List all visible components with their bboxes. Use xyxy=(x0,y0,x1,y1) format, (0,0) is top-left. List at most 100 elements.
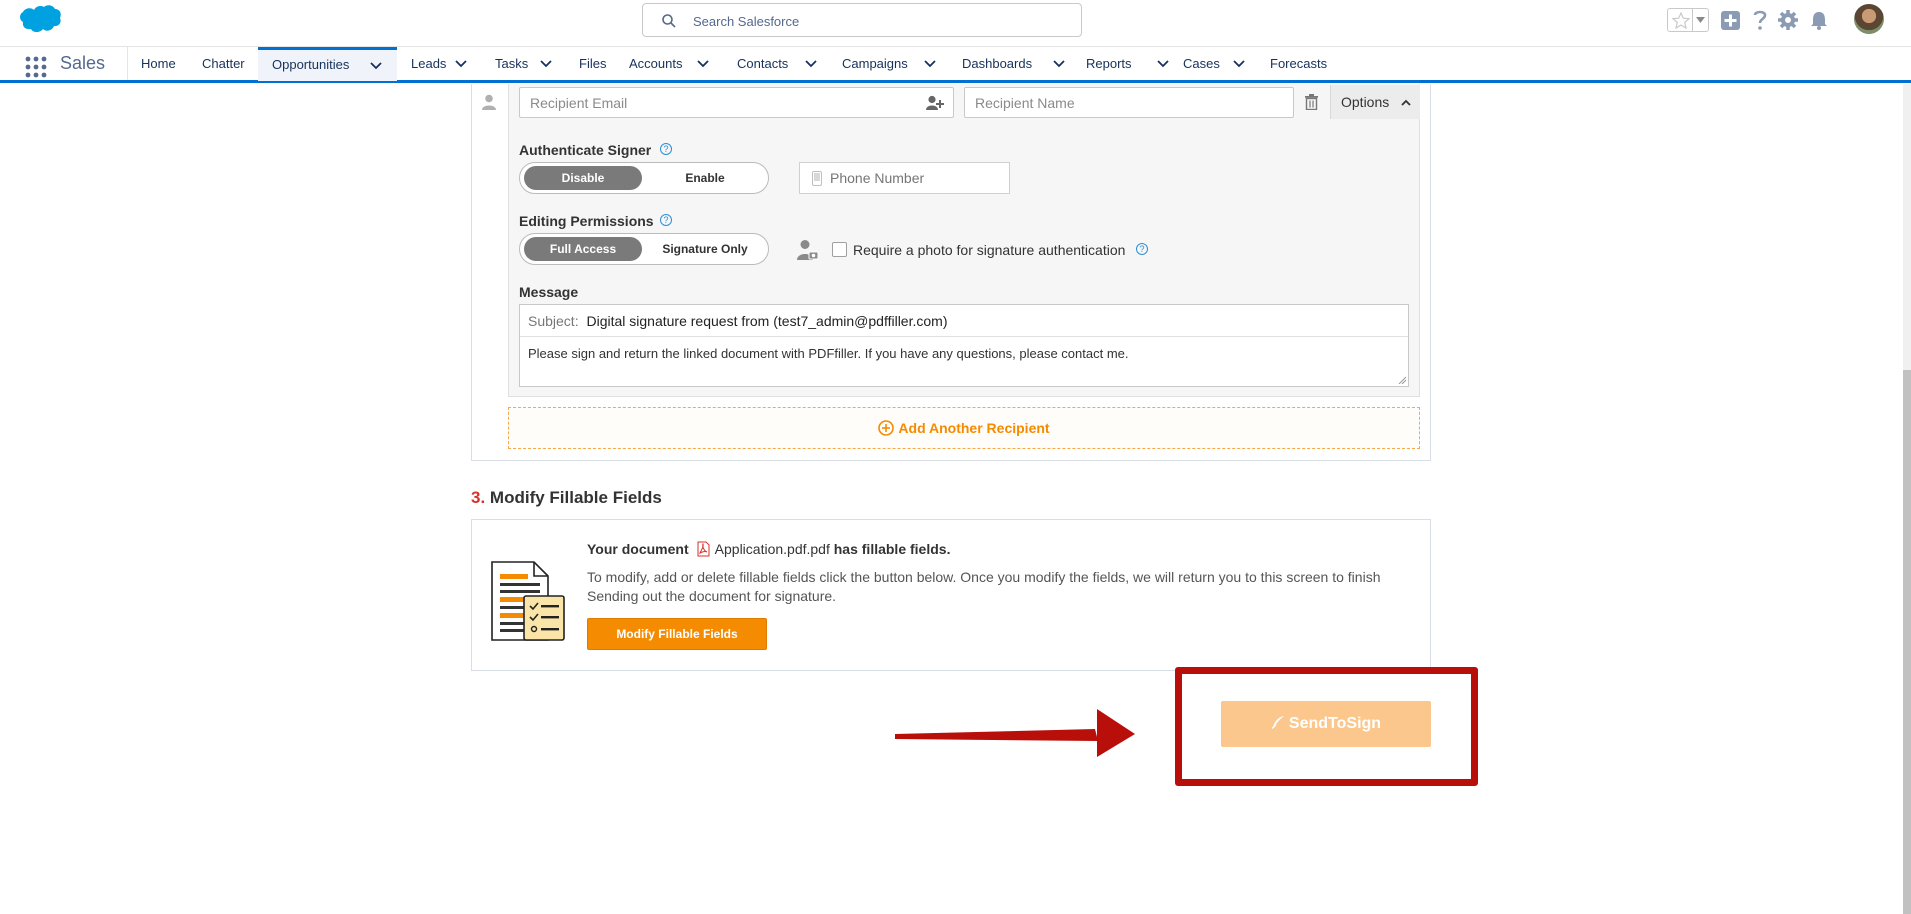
chevron-down-icon[interactable] xyxy=(370,62,382,70)
tab-label: Contacts xyxy=(737,56,789,71)
highlight-box xyxy=(1175,667,1478,786)
chevron-down-icon[interactable] xyxy=(1053,60,1065,68)
app-navigation: Sales Home Chatter Opportunities Leads T… xyxy=(0,46,1911,83)
tab-files[interactable]: Files xyxy=(565,47,615,81)
authenticate-toggle[interactable]: Disable Enable xyxy=(519,162,769,194)
phone-field[interactable] xyxy=(799,162,1010,194)
help-icon[interactable] xyxy=(1752,9,1768,31)
chevron-down-icon[interactable] xyxy=(697,60,709,68)
section-3-heading: 3. Modify Fillable Fields xyxy=(471,488,662,508)
tab-dashboards[interactable]: Dashboards xyxy=(948,47,1070,81)
app-name: Sales xyxy=(60,53,106,73)
pdf-file-icon xyxy=(697,541,710,557)
tab-accounts[interactable]: Accounts xyxy=(615,47,713,81)
tab-cases[interactable]: Cases xyxy=(1169,47,1256,81)
tab-campaigns[interactable]: Campaigns xyxy=(828,47,942,81)
search-input[interactable] xyxy=(693,10,1063,32)
tab-home[interactable]: Home xyxy=(127,47,187,81)
message-box: Subject: Digital signature request from … xyxy=(519,304,1409,387)
add-icon[interactable] xyxy=(1721,11,1740,30)
modify-fillable-fields-button[interactable]: Modify Fillable Fields xyxy=(587,618,767,650)
section-number: 3. xyxy=(471,488,486,507)
tab-chatter[interactable]: Chatter xyxy=(188,47,258,81)
tab-reports[interactable]: Reports xyxy=(1072,47,1174,81)
resize-handle-icon[interactable] xyxy=(1398,376,1406,384)
notifications-bell-icon[interactable] xyxy=(1810,11,1828,30)
plus-circle-icon xyxy=(878,419,895,436)
tab-label: Chatter xyxy=(202,56,245,71)
tab-label: Files xyxy=(579,56,607,71)
photo-checkbox-label: Require a photo for signature authentica… xyxy=(853,242,1126,258)
subject-prefix: Subject: xyxy=(528,313,579,329)
message-body[interactable]: Please sign and return the linked docume… xyxy=(528,346,1129,361)
options-toggle[interactable]: Options xyxy=(1330,85,1420,119)
doc-suffix: has fillable fields. xyxy=(833,541,951,557)
perm-signature-only-option[interactable]: Signature Only xyxy=(646,237,764,261)
tab-label: Reports xyxy=(1086,56,1132,71)
tab-forecasts[interactable]: Forecasts xyxy=(1256,47,1346,81)
annotation-arrow xyxy=(895,709,1135,757)
favorites-button[interactable] xyxy=(1667,8,1709,32)
tab-label: Forecasts xyxy=(1270,56,1328,71)
perm-full-access-option[interactable]: Full Access xyxy=(524,237,642,261)
fillable-description-line2: Sending out the document for signature. xyxy=(587,588,837,604)
tab-contacts[interactable]: Contacts xyxy=(723,47,822,81)
chevron-down-icon xyxy=(1696,17,1705,23)
tab-label: Cases xyxy=(1183,56,1220,71)
add-another-recipient-button[interactable]: Add Another Recipient xyxy=(508,407,1420,449)
tab-label: Home xyxy=(141,56,176,71)
tab-label: Accounts xyxy=(629,56,683,71)
options-label: Options xyxy=(1341,94,1390,110)
chevron-down-icon[interactable] xyxy=(540,60,552,68)
global-search[interactable] xyxy=(642,3,1082,37)
photo-id-user-icon xyxy=(797,240,819,260)
global-header xyxy=(0,0,1911,46)
add-contact-icon[interactable] xyxy=(926,95,944,111)
setup-gear-icon[interactable] xyxy=(1777,9,1799,31)
chevron-down-icon[interactable] xyxy=(1233,60,1245,68)
help-icon[interactable]: ? xyxy=(660,143,672,155)
chevron-up-icon xyxy=(1401,99,1411,106)
editing-permissions-label: Editing Permissions xyxy=(519,213,654,229)
tab-label: Campaigns xyxy=(842,56,908,71)
delete-trash-icon[interactable] xyxy=(1305,94,1318,110)
recipient-name-input[interactable] xyxy=(964,87,1294,118)
salesforce-logo[interactable] xyxy=(14,4,62,38)
recipient-email-input[interactable] xyxy=(519,87,954,118)
user-avatar[interactable] xyxy=(1854,4,1884,34)
chevron-down-icon[interactable] xyxy=(1157,60,1169,68)
search-icon xyxy=(662,14,676,28)
help-icon[interactable]: ? xyxy=(660,214,672,226)
favorites-star-icon xyxy=(1672,12,1690,29)
phone-icon xyxy=(812,171,822,186)
phone-number-input[interactable] xyxy=(830,168,1000,188)
document-checklist-illustration xyxy=(491,561,565,641)
auth-disable-option[interactable]: Disable xyxy=(524,166,642,190)
chevron-down-icon[interactable] xyxy=(805,60,817,68)
help-icon[interactable]: ? xyxy=(1136,243,1148,255)
chevron-down-icon[interactable] xyxy=(455,60,467,68)
section-title: Modify Fillable Fields xyxy=(489,488,662,507)
tab-label: Tasks xyxy=(495,56,529,71)
doc-prefix: Your document xyxy=(587,541,689,557)
tab-label: Leads xyxy=(411,56,447,71)
authenticate-signer-label: Authenticate Signer xyxy=(519,142,652,158)
chevron-down-icon[interactable] xyxy=(924,60,936,68)
app-launcher-icon[interactable] xyxy=(25,56,47,78)
document-info-line: Your document Application.pdf.pdf has fi… xyxy=(587,541,950,557)
tab-opportunities[interactable]: Opportunities xyxy=(258,47,397,81)
scrollbar-thumb[interactable] xyxy=(1903,370,1911,914)
tab-leads[interactable]: Leads xyxy=(397,47,473,81)
tab-tasks[interactable]: Tasks xyxy=(481,47,557,81)
auth-enable-option[interactable]: Enable xyxy=(646,166,764,190)
photo-checkbox[interactable] xyxy=(832,242,847,257)
permissions-toggle[interactable]: Full Access Signature Only xyxy=(519,233,769,265)
doc-name: Application.pdf.pdf xyxy=(714,541,830,557)
subject-row[interactable]: Subject: Digital signature request from … xyxy=(520,305,1408,337)
message-label: Message xyxy=(519,284,579,300)
add-another-label: Add Another Recipient xyxy=(898,420,1050,436)
tab-label: Opportunities xyxy=(272,57,350,72)
subject-value[interactable]: Digital signature request from (test7_ad… xyxy=(586,313,947,329)
fillable-description-line1: To modify, add or delete fillable fields… xyxy=(587,569,1381,585)
recipient-person-icon xyxy=(482,94,496,110)
